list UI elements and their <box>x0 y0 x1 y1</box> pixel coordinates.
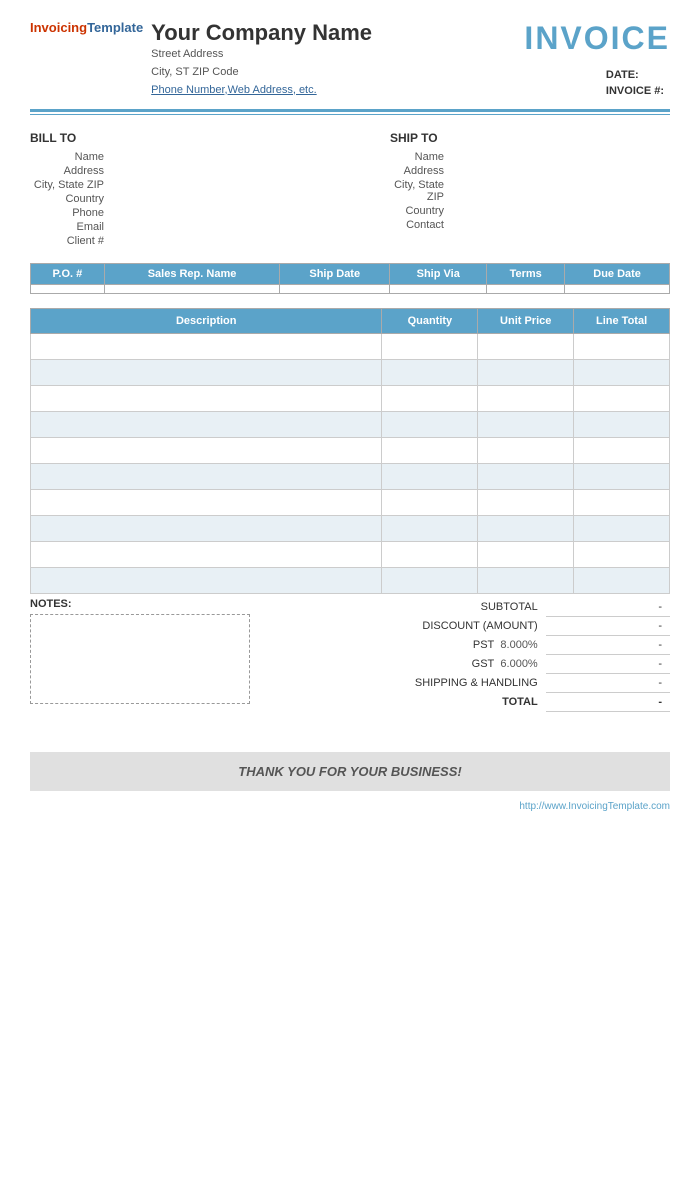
ship-to-heading: SHIP TO <box>390 131 670 145</box>
item-row-2-col-1 <box>382 386 478 412</box>
footer-url: http://www.InvoicingTemplate.com <box>30 801 670 812</box>
po-col-sales: Sales Rep. Name <box>104 264 279 285</box>
subtotal-value: - <box>546 598 670 617</box>
bill-country-label: Country <box>30 193 110 205</box>
item-row-9-col-0 <box>31 568 382 594</box>
item-row-8-col-1 <box>382 542 478 568</box>
ship-city-label: City, State ZIP <box>390 179 450 203</box>
po-val-duedate <box>565 285 670 294</box>
item-row-5-col-1 <box>382 464 478 490</box>
item-row-6-col-3 <box>574 490 670 516</box>
divider <box>30 109 670 115</box>
item-row-2-col-0 <box>31 386 382 412</box>
item-row-1-col-0 <box>31 360 382 386</box>
item-row-7-col-1 <box>382 516 478 542</box>
col-description: Description <box>31 309 382 334</box>
item-row-3-col-1 <box>382 412 478 438</box>
po-col-po: P.O. # <box>31 264 105 285</box>
subtotal-label: SUBTOTAL <box>330 598 546 617</box>
contact-link[interactable]: Phone Number,Web Address, etc. <box>151 84 317 96</box>
notes-label: NOTES: <box>30 598 320 610</box>
notes-box[interactable] <box>30 614 250 704</box>
invoice-title: INVOICE <box>524 20 670 57</box>
item-row-0-col-0 <box>31 334 382 360</box>
item-row-7-col-3 <box>574 516 670 542</box>
bill-address-label: Address <box>30 165 110 177</box>
po-val-shipdate <box>280 285 390 294</box>
item-row-3-col-3 <box>574 412 670 438</box>
item-row-6-col-0 <box>31 490 382 516</box>
po-val-terms <box>487 285 565 294</box>
item-row-9-col-1 <box>382 568 478 594</box>
item-row-2-col-3 <box>574 386 670 412</box>
item-row-5-col-2 <box>478 464 574 490</box>
bill-to-heading: BILL TO <box>30 131 310 145</box>
city-state-zip: City, ST ZIP Code <box>151 64 372 82</box>
item-row-0-col-3 <box>574 334 670 360</box>
item-row-3-col-0 <box>31 412 382 438</box>
po-col-terms: Terms <box>487 264 565 285</box>
item-row-7-col-0 <box>31 516 382 542</box>
item-row-7-col-2 <box>478 516 574 542</box>
col-quantity: Quantity <box>382 309 478 334</box>
street-address: Street Address <box>151 46 372 64</box>
item-row-4-col-2 <box>478 438 574 464</box>
total-label: TOTAL <box>330 693 546 712</box>
bill-phone-label: Phone <box>30 207 110 219</box>
discount-label: DISCOUNT (AMOUNT) <box>330 617 546 636</box>
bill-email-label: Email <box>30 221 110 233</box>
po-val-shipvia <box>390 285 487 294</box>
item-row-1-col-1 <box>382 360 478 386</box>
item-row-5-col-3 <box>574 464 670 490</box>
gst-value: - <box>546 655 670 674</box>
item-row-3-col-2 <box>478 412 574 438</box>
gst-label: GST 6.000% <box>330 655 546 674</box>
bill-name-label: Name <box>30 151 110 163</box>
item-row-4-col-0 <box>31 438 382 464</box>
ship-country-label: Country <box>390 205 450 217</box>
item-row-6-col-1 <box>382 490 478 516</box>
item-row-9-col-2 <box>478 568 574 594</box>
item-row-8-col-3 <box>574 542 670 568</box>
item-row-6-col-2 <box>478 490 574 516</box>
bill-city-label: City, State ZIP <box>30 179 110 191</box>
date-label: DATE: <box>606 69 639 81</box>
po-val-po <box>31 285 105 294</box>
item-row-8-col-0 <box>31 542 382 568</box>
item-row-8-col-2 <box>478 542 574 568</box>
shipping-label: SHIPPING & HANDLING <box>330 674 546 693</box>
ship-contact-label: Contact <box>390 219 450 231</box>
discount-value: - <box>546 617 670 636</box>
pst-value: - <box>546 636 670 655</box>
items-table: Description Quantity Unit Price Line Tot… <box>30 308 670 594</box>
po-val-sales <box>104 285 279 294</box>
invoice-num-label: INVOICE #: <box>606 85 664 97</box>
item-row-2-col-2 <box>478 386 574 412</box>
item-row-1-col-3 <box>574 360 670 386</box>
po-table: P.O. # Sales Rep. Name Ship Date Ship Vi… <box>30 263 670 294</box>
item-row-4-col-3 <box>574 438 670 464</box>
po-col-shipdate: Ship Date <box>280 264 390 285</box>
bill-client-label: Client # <box>30 235 110 247</box>
company-name: Your Company Name <box>151 20 372 46</box>
col-line-total: Line Total <box>574 309 670 334</box>
item-row-0-col-2 <box>478 334 574 360</box>
pst-label: PST 8.000% <box>330 636 546 655</box>
po-col-shipvia: Ship Via <box>390 264 487 285</box>
item-row-1-col-2 <box>478 360 574 386</box>
item-row-0-col-1 <box>382 334 478 360</box>
logo-invoicing: Invoicing <box>30 20 87 35</box>
ship-name-label: Name <box>390 151 450 163</box>
col-unit-price: Unit Price <box>478 309 574 334</box>
item-row-5-col-0 <box>31 464 382 490</box>
logo-template: Template <box>87 20 143 35</box>
totals-table: SUBTOTAL - DISCOUNT (AMOUNT) - PST 8.000… <box>330 598 670 712</box>
thank-you-banner: THANK YOU FOR YOUR BUSINESS! <box>30 752 670 791</box>
shipping-value: - <box>546 674 670 693</box>
total-value: - <box>546 693 670 712</box>
ship-address-label: Address <box>390 165 450 177</box>
po-col-duedate: Due Date <box>565 264 670 285</box>
item-row-9-col-3 <box>574 568 670 594</box>
item-row-4-col-1 <box>382 438 478 464</box>
